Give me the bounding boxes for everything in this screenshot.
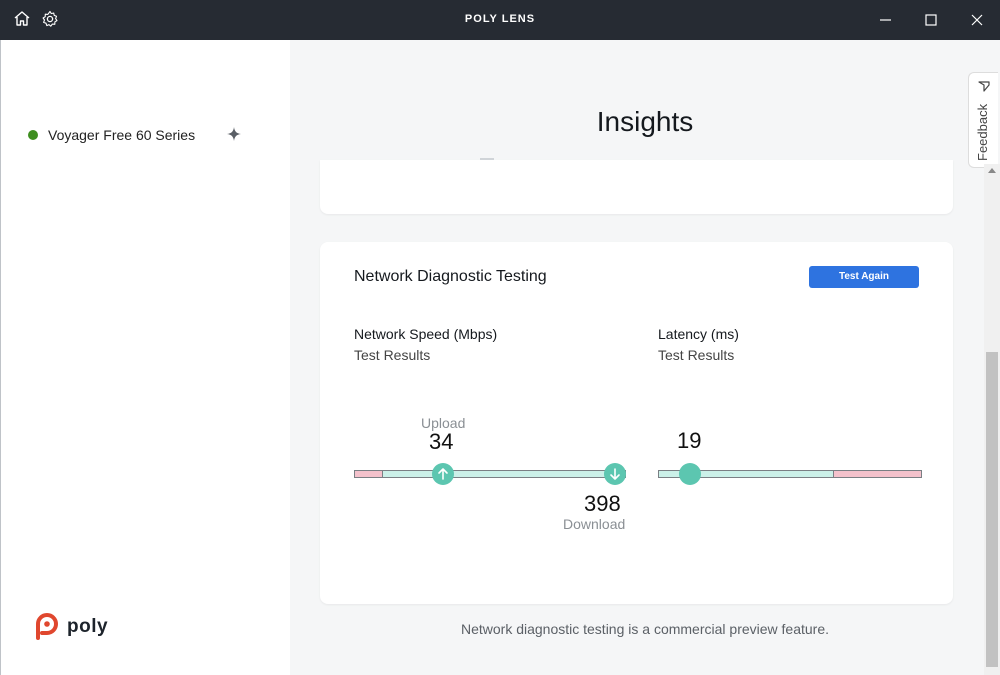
maximize-icon[interactable] <box>921 10 941 30</box>
device-name: Voyager Free 60 Series <box>48 127 196 143</box>
sidebar-item-device[interactable]: Voyager Free 60 Series <box>27 127 267 145</box>
speed-gauge-low-zone <box>354 470 383 478</box>
upload-marker <box>432 463 454 485</box>
poly-logo: poly <box>33 612 113 644</box>
feedback-tab[interactable]: Feedback <box>968 72 998 168</box>
network-diagnostic-card: Network Diagnostic Testing Test Again Ne… <box>320 242 953 604</box>
title-bar: POLY LENS <box>0 0 1000 40</box>
feedback-icon <box>978 81 990 92</box>
download-value: 398 <box>584 491 621 516</box>
latency-marker <box>679 463 701 485</box>
upload-value: 34 <box>429 429 454 454</box>
download-label: Download <box>563 516 626 532</box>
minimize-icon[interactable] <box>876 10 896 30</box>
network-speed-sub: Test Results <box>354 347 431 363</box>
close-icon[interactable] <box>967 10 987 30</box>
network-speed-label: Network Speed (Mbps) <box>354 326 498 342</box>
test-again-button[interactable]: Test Again <box>809 266 919 288</box>
device-status-dot <box>28 130 38 140</box>
sparkle-icon <box>226 126 242 142</box>
scroll-up-icon[interactable] <box>988 168 996 173</box>
scrollbar-thumb[interactable] <box>986 352 998 667</box>
latency-gauge-high-zone <box>833 470 922 478</box>
card-title: Network Diagnostic Testing <box>354 268 547 285</box>
latency-label: Latency (ms) <box>658 326 739 342</box>
logo-wordmark: poly <box>67 616 109 637</box>
feedback-label: Feedback <box>975 103 990 161</box>
speed-gauge-track <box>354 470 626 478</box>
main-scrollbar[interactable] <box>984 164 1000 675</box>
download-marker <box>604 463 626 485</box>
sidebar: Voyager Free 60 Series poly <box>0 40 290 675</box>
latency-sub: Test Results <box>658 347 735 363</box>
network-speed-gauge <box>354 470 626 478</box>
latency-value: 19 <box>677 428 702 453</box>
previous-card <box>320 158 953 214</box>
main-content: Insights Network Diagnostic Testing Test… <box>290 40 984 675</box>
page-title: Insights <box>596 106 694 137</box>
preview-footnote: Network diagnostic testing is a commerci… <box>460 621 830 637</box>
truncated-content <box>480 154 494 160</box>
window-title: POLY LENS <box>464 13 536 25</box>
